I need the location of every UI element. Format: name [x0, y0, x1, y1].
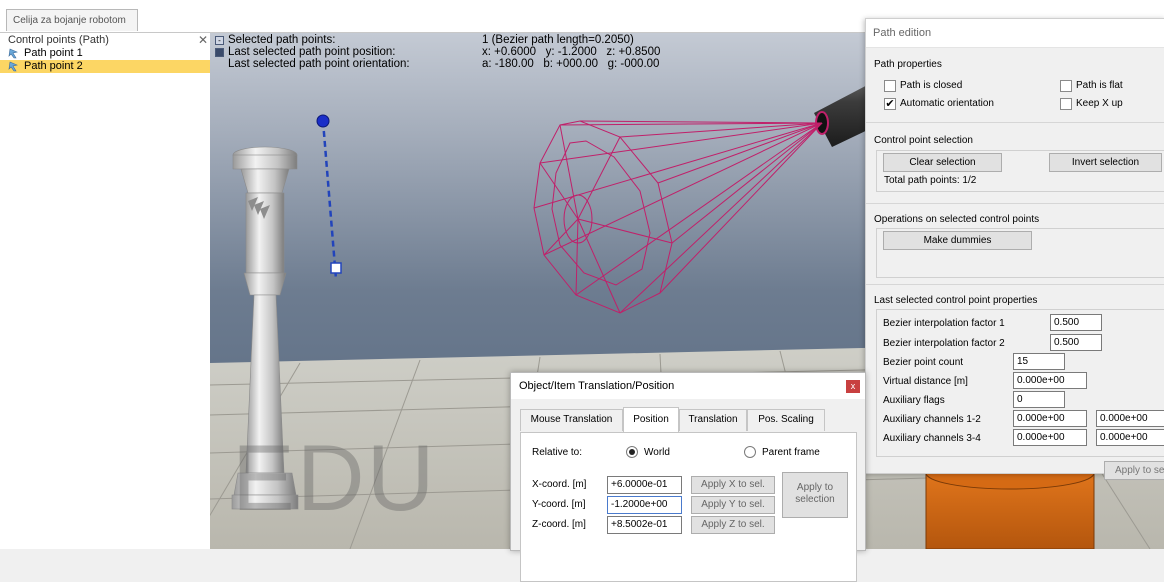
toggle-icon[interactable] — [215, 48, 224, 57]
apply-y-button[interactable]: Apply Y to sel. — [691, 496, 775, 514]
translation-dialog-title: Object/Item Translation/Position x — [511, 373, 865, 399]
path-line — [321, 120, 338, 280]
automatic-orientation-label: Automatic orientation — [900, 98, 994, 109]
selection-line: selection — [795, 494, 835, 505]
tab-position[interactable]: Position — [623, 407, 679, 432]
tab-mouse-translation[interactable]: Mouse Translation — [520, 409, 623, 431]
y-coord-input[interactable]: -1.2000e+00 — [607, 496, 682, 514]
hierarchy-header: Control points (Path) ✕ — [0, 33, 210, 47]
clear-selection-button[interactable]: Clear selection — [883, 153, 1002, 172]
hierarchy-panel: Control points (Path) ✕ Path point 1 Pat… — [0, 33, 211, 549]
bezier-factor-1-input[interactable]: 0.500 — [1050, 314, 1102, 331]
path-point-1-marker — [316, 114, 330, 128]
total-path-points: Total path points: 1/2 — [884, 175, 977, 186]
bezier-factor-2-label: Bezier interpolation factor 2 — [883, 338, 1005, 349]
world-radio[interactable] — [626, 446, 638, 458]
path-edition-window: Path edition Path properties Path is clo… — [865, 18, 1164, 480]
bezier-count-label: Bezier point count — [883, 357, 964, 368]
info-label: Last selected path point orientation: — [228, 58, 410, 70]
aux-flags-label: Auxiliary flags — [883, 395, 945, 406]
keep-x-up-label: Keep X up — [1076, 98, 1123, 109]
aux-channel-2-input[interactable]: 0.000e+00 — [1096, 410, 1164, 427]
hierarchy-title: Control points (Path) — [8, 34, 109, 46]
automatic-orientation-checkbox[interactable]: ✔ — [884, 98, 896, 110]
close-icon[interactable]: ✕ — [198, 33, 208, 47]
divider — [866, 122, 1164, 123]
path-edition-body: Path properties Path is closed Path is f… — [866, 48, 1164, 480]
info-label: Last selected path point position: — [228, 46, 396, 58]
apply-to-selection-button[interactable]: Apply to se — [1104, 461, 1164, 480]
invert-selection-button[interactable]: Invert selection — [1049, 153, 1162, 172]
y-coord-label: Y-coord. [m] — [532, 499, 586, 510]
x-coord-input[interactable]: +6.0000e-01 — [607, 476, 682, 494]
aux-channels-12-label: Auxiliary channels 1-2 — [883, 414, 981, 425]
path-edition-title: Path edition — [866, 19, 1164, 48]
tab-pos-scaling[interactable]: Pos. Scaling — [747, 409, 825, 431]
dialog-title-text: Object/Item Translation/Position — [519, 380, 675, 392]
info-value: x: +0.6000 y: -1.2000 z: +0.8500 — [482, 46, 661, 58]
path-point-icon — [8, 48, 18, 59]
aux-channel-1-input[interactable]: 0.000e+00 — [1013, 410, 1087, 427]
bezier-count-input[interactable]: 15 — [1013, 353, 1065, 370]
aux-channel-4-input[interactable]: 0.000e+00 — [1096, 429, 1164, 446]
z-coord-input[interactable]: +8.5002e-01 — [607, 516, 682, 534]
make-dummies-button[interactable]: Make dummies — [883, 231, 1032, 250]
world-label: World — [644, 447, 670, 458]
edu-watermark: EDU — [232, 425, 437, 530]
info-label: Selected path points: — [228, 34, 336, 46]
position-tab-panel: Relative to: World Parent frame X-coord.… — [520, 432, 857, 582]
virtual-distance-input[interactable]: 0.000e+00 — [1013, 372, 1087, 389]
close-icon[interactable]: x — [846, 380, 860, 393]
section-operations: Operations on selected control points — [874, 214, 1040, 225]
apply-to-selection-button[interactable]: Apply to selection — [782, 472, 848, 518]
aux-channel-3-input[interactable]: 0.000e+00 — [1013, 429, 1087, 446]
section-last-selected-props: Last selected control point properties — [874, 295, 1038, 306]
section-control-point-selection: Control point selection — [874, 135, 973, 146]
x-coord-label: X-coord. [m] — [532, 479, 587, 490]
keep-x-up-checkbox[interactable] — [1060, 98, 1072, 110]
path-is-flat-label: Path is flat — [1076, 80, 1123, 91]
apply-x-button[interactable]: Apply X to sel. — [691, 476, 775, 494]
path-is-closed-checkbox[interactable] — [884, 80, 896, 92]
hierarchy-item-label: Path point 2 — [24, 60, 83, 72]
bezier-factor-1-label: Bezier interpolation factor 1 — [883, 318, 1005, 329]
section-path-properties: Path properties — [874, 59, 942, 70]
info-value: a: -180.00 b: +000.00 g: -000.00 — [482, 58, 660, 70]
apply-z-button[interactable]: Apply Z to sel. — [691, 516, 775, 534]
divider — [866, 203, 1164, 204]
parent-frame-radio[interactable] — [744, 446, 756, 458]
apply-to-line: Apply to — [796, 482, 834, 493]
divider — [866, 284, 1164, 285]
info-value: 1 (Bezier path length=0.2050) — [482, 34, 634, 46]
virtual-distance-label: Virtual distance [m] — [883, 376, 968, 387]
bezier-factor-2-input[interactable]: 0.500 — [1050, 334, 1102, 351]
hierarchy-item-path-point-1[interactable]: Path point 1 — [0, 47, 210, 60]
translation-dialog: Object/Item Translation/Position x Mouse… — [510, 372, 866, 582]
path-is-flat-checkbox[interactable] — [1060, 80, 1072, 92]
translation-dialog-body: Mouse Translation Position Translation P… — [511, 399, 865, 582]
parent-frame-label: Parent frame — [762, 447, 820, 458]
hierarchy-item-path-point-2[interactable]: Path point 2 — [0, 60, 210, 73]
path-point-2-marker — [330, 262, 342, 274]
aux-channels-34-label: Auxiliary channels 3-4 — [883, 433, 981, 444]
minimize-icon[interactable]: - — [215, 36, 224, 45]
hierarchy-item-label: Path point 1 — [24, 47, 83, 59]
path-is-closed-label: Path is closed — [900, 80, 963, 91]
z-coord-label: Z-coord. [m] — [532, 519, 586, 530]
relative-to-label: Relative to: — [532, 447, 583, 458]
path-point-icon — [8, 61, 18, 72]
spray-cone-wireframe — [533, 120, 823, 314]
tab-translation[interactable]: Translation — [679, 409, 747, 431]
aux-flags-input[interactable]: 0 — [1013, 391, 1065, 408]
info-overlay: - Selected path points: 1 (Bezier path l… — [215, 34, 660, 70]
tab-scene[interactable]: Celija za bojanje robotom — [6, 9, 138, 31]
